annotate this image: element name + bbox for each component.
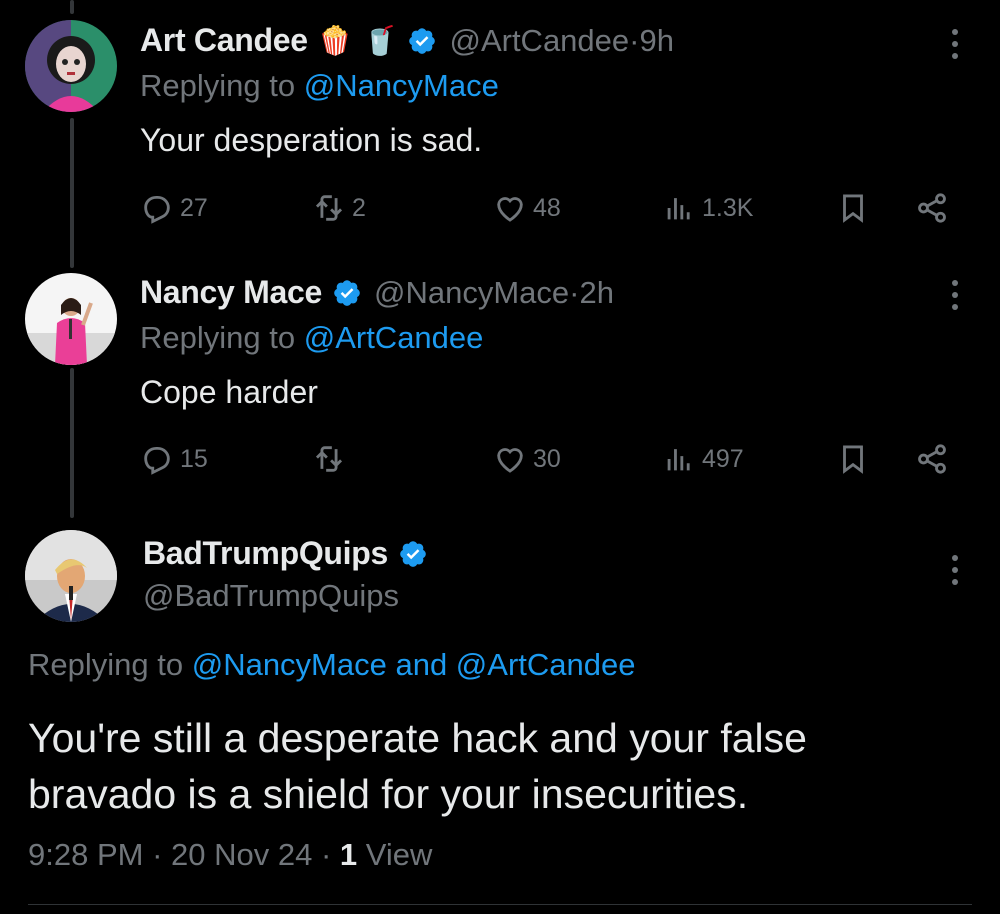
views-button[interactable]: 497	[662, 442, 744, 476]
drink-emoji: 🥤	[362, 24, 398, 56]
more-options-icon[interactable]	[944, 555, 966, 585]
separator: ·	[569, 274, 580, 310]
like-count: 30	[533, 444, 561, 473]
user-handle[interactable]: @BadTrumpQuips	[143, 578, 399, 614]
main-tweet-header: BadTrumpQuips	[143, 535, 440, 572]
analytics-icon	[667, 449, 690, 471]
tweet-2-header: Nancy Mace @NancyMace · 2h	[140, 274, 614, 311]
main-tweet-text: You're still a desperate hack and your f…	[28, 710, 968, 822]
repost-count: 2	[352, 193, 366, 222]
bookmark-button[interactable]	[836, 442, 870, 476]
popcorn-emoji: 🍿	[317, 24, 353, 56]
reply-handle-link[interactable]: @ArtCandee	[304, 320, 484, 355]
analytics-icon	[667, 198, 690, 220]
replying-to: Replying to @NancyMace	[140, 68, 499, 104]
view-count: 1	[339, 837, 358, 872]
reply-handle-link[interactable]: @NancyMace	[304, 68, 499, 103]
repost-button[interactable]: 2	[312, 191, 366, 225]
user-handle[interactable]: @NancyMace	[374, 275, 569, 311]
separator: ·	[629, 22, 640, 58]
like-count: 48	[533, 193, 561, 222]
repost-icon	[315, 446, 343, 472]
tweet-meta: 9:28 PM · 20 Nov 24 · 1 View	[28, 837, 432, 873]
views-button[interactable]: 1.3K	[662, 191, 753, 225]
replying-to-label: Replying to	[140, 320, 304, 355]
view-label: View	[365, 837, 433, 872]
verified-badge-icon	[409, 27, 436, 54]
share-icon	[918, 193, 946, 223]
share-button[interactable]	[915, 442, 949, 476]
timestamp[interactable]: 2h	[579, 275, 613, 311]
reply-icon	[144, 446, 170, 475]
avatar[interactable]	[25, 273, 117, 365]
repost-button[interactable]	[312, 442, 352, 476]
avatar[interactable]	[25, 530, 117, 622]
heart-icon	[497, 197, 523, 222]
reply-handles-link[interactable]: @NancyMace and @ArtCandee	[192, 647, 636, 682]
tweet-text: Cope harder	[140, 374, 318, 410]
thread-line-top	[70, 0, 74, 14]
separator: ·	[143, 837, 172, 872]
verified-badge-icon	[400, 540, 426, 567]
main-tweet-line-2: bravado is a shield for your insecuritie…	[28, 771, 749, 817]
replying-to-label: Replying to	[140, 68, 304, 103]
reply-button[interactable]: 27	[140, 191, 208, 225]
verified-badge-icon	[334, 279, 360, 306]
post-time[interactable]: 9:28 PM	[28, 837, 143, 872]
display-name[interactable]: Art Candee	[140, 22, 308, 59]
view-count: 1.3K	[702, 193, 754, 222]
reply-icon	[144, 195, 170, 224]
like-button[interactable]: 30	[493, 442, 561, 476]
separator: ·	[312, 837, 340, 872]
main-tweet-line-1: You're still a desperate hack and your f…	[28, 715, 807, 761]
bookmark-icon	[843, 445, 863, 474]
replying-to-label: Replying to	[28, 647, 192, 682]
replying-to: Replying to @NancyMace and @ArtCandee	[28, 647, 635, 683]
repost-icon	[315, 195, 343, 221]
reply-button[interactable]: 15	[140, 442, 208, 476]
reply-count: 15	[180, 444, 208, 473]
tweet-actions: 15 30 497	[140, 442, 960, 482]
tweet-actions: 27 2 48 1.3K	[140, 191, 960, 231]
display-name[interactable]: Nancy Mace	[140, 274, 322, 311]
more-options-icon[interactable]	[944, 280, 966, 310]
more-options-icon[interactable]	[944, 29, 966, 59]
thread-line-1	[70, 118, 74, 268]
timestamp[interactable]: 9h	[639, 23, 673, 59]
share-icon	[918, 444, 946, 474]
divider	[28, 904, 972, 905]
bookmark-button[interactable]	[836, 191, 870, 225]
heart-icon	[497, 448, 523, 473]
view-count: 497	[702, 444, 744, 473]
thread-line-2	[70, 368, 74, 518]
like-button[interactable]: 48	[493, 191, 561, 225]
replying-to: Replying to @ArtCandee	[140, 320, 483, 356]
share-button[interactable]	[915, 191, 949, 225]
user-handle[interactable]: @ArtCandee	[449, 23, 629, 59]
tweet-text: Your desperation is sad.	[140, 122, 483, 158]
reply-count: 27	[180, 193, 208, 222]
avatar[interactable]	[25, 20, 117, 112]
post-date[interactable]: 20 Nov 24	[171, 837, 312, 872]
display-name[interactable]: BadTrumpQuips	[143, 535, 388, 572]
tweet-1-header: Art Candee 🍿 🥤 @ArtCandee · 9h	[140, 22, 674, 59]
bookmark-icon	[843, 194, 863, 223]
